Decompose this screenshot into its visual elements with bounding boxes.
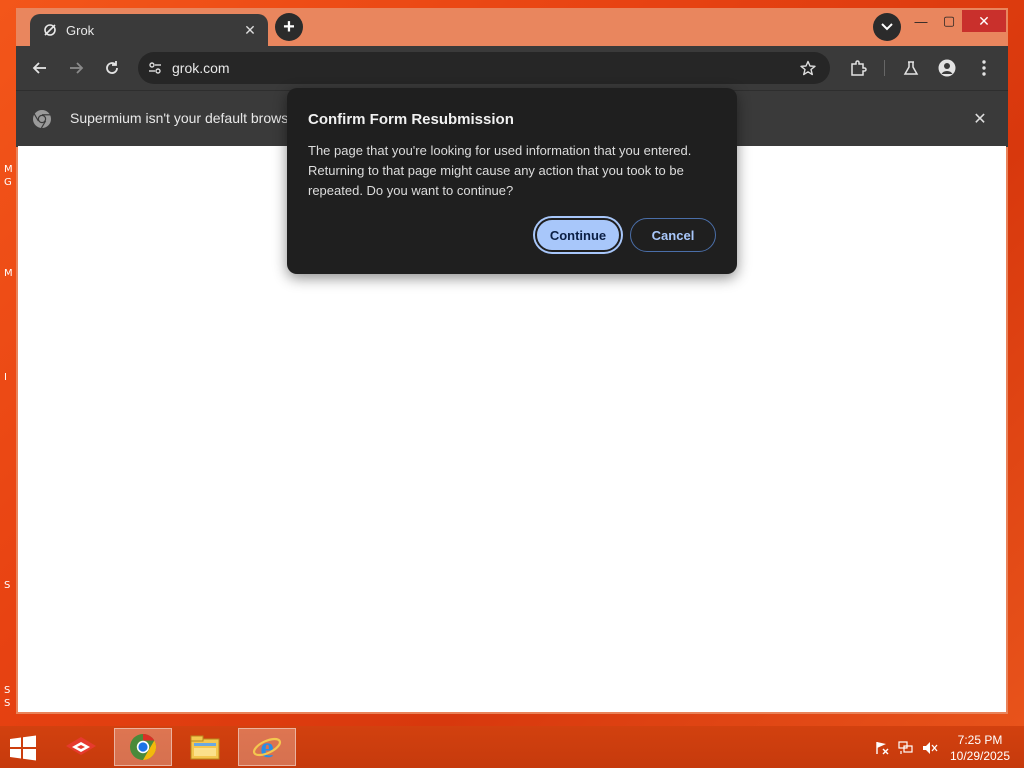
arrow-right-icon: [70, 62, 84, 74]
url-text[interactable]: grok.com: [172, 60, 796, 76]
clock-date: 10/29/2025: [949, 749, 1011, 763]
desktop-icon-label-fragment: G: [4, 177, 12, 188]
back-button[interactable]: [28, 56, 52, 80]
browser-toolbar: grok.com: [16, 46, 1008, 90]
address-bar[interactable]: grok.com: [138, 52, 830, 84]
toolbar-divider: [884, 60, 885, 76]
extensions-button[interactable]: [846, 56, 870, 80]
confirm-resubmission-dialog: Confirm Form Resubmission The page that …: [287, 88, 737, 274]
forward-button[interactable]: [64, 56, 88, 80]
dialog-message: The page that you're looking for used in…: [308, 143, 692, 198]
grok-favicon-icon: [42, 22, 58, 38]
desktop-icon-label-fragment: M: [4, 164, 13, 175]
arrow-left-icon: [32, 62, 46, 74]
site-settings-icon[interactable]: [146, 59, 164, 77]
internet-explorer-icon: e: [252, 732, 282, 762]
flask-icon: [903, 61, 919, 75]
bookmark-star-icon[interactable]: [796, 56, 820, 80]
taskbar-internet-explorer-icon[interactable]: e: [238, 728, 296, 766]
browser-logo-icon: [33, 110, 51, 129]
reload-button[interactable]: [100, 56, 124, 80]
chevron-down-icon: [881, 23, 893, 31]
network-icon[interactable]: [898, 740, 914, 756]
tab-grok[interactable]: Grok ✕: [30, 14, 268, 46]
system-clock[interactable]: 7:25 PM 10/29/2025: [944, 732, 1016, 764]
cancel-button[interactable]: Cancel: [630, 218, 716, 252]
file-explorer-icon: [190, 735, 220, 760]
action-center-flag-icon[interactable]: [874, 740, 890, 756]
desktop-icon-label-fragment: S: [4, 580, 11, 591]
puzzle-icon: [851, 60, 867, 76]
app-icon: [66, 737, 96, 755]
windows-start-icon[interactable]: [8, 735, 38, 761]
desktop-icon-label-fragment: I: [4, 372, 7, 383]
minimize-button[interactable]: —: [910, 10, 932, 32]
tab-close-icon[interactable]: ✕: [240, 20, 260, 40]
svg-text:e: e: [260, 732, 273, 762]
reload-icon: [106, 61, 118, 74]
taskbar-browser-icon[interactable]: [114, 728, 172, 766]
infobar-close-icon[interactable]: ✕: [970, 109, 990, 129]
close-window-button[interactable]: ✕: [962, 10, 1006, 32]
chrome-icon: [130, 733, 157, 761]
clock-time: 7:25 PM: [957, 733, 1003, 747]
desktop-icon-label-fragment: S: [4, 685, 11, 696]
title-bar[interactable]: Grok ✕ + — ▢ ✕: [16, 8, 1008, 46]
tab-title: Grok: [66, 22, 95, 38]
volume-muted-icon[interactable]: [922, 740, 938, 756]
taskbar-file-explorer-icon[interactable]: [176, 728, 234, 766]
taskbar: e 7:25 PM 10/29/2025: [0, 726, 1024, 768]
tab-search-button[interactable]: [873, 13, 901, 41]
dialog-title: Confirm Form Resubmission: [308, 111, 514, 128]
menu-button[interactable]: [972, 56, 996, 80]
desktop-icon-label-fragment: S: [4, 698, 11, 709]
infobar-message: Supermium isn't your default browser: [70, 110, 301, 126]
maximize-button[interactable]: ▢: [938, 10, 960, 32]
profile-button[interactable]: [935, 56, 959, 80]
desktop-icon-label-fragment: M: [4, 268, 13, 279]
profile-avatar-icon: [938, 59, 956, 77]
labs-button[interactable]: [899, 56, 923, 80]
more-vertical-icon: [982, 60, 986, 76]
continue-button[interactable]: Continue: [535, 218, 621, 252]
taskbar-app-icon[interactable]: [52, 728, 110, 766]
new-tab-button[interactable]: +: [275, 13, 303, 41]
